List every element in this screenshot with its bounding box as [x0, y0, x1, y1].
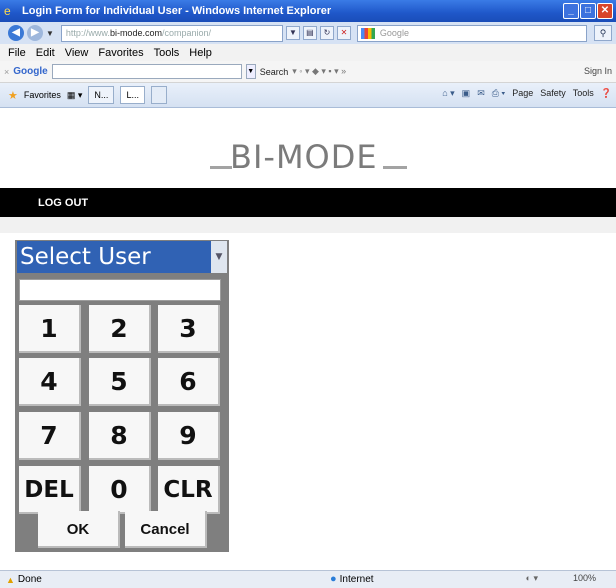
safety-menu[interactable]: Safety	[540, 88, 566, 99]
menu-bar: File Edit View Favorites Tools Help	[0, 44, 616, 61]
key-2[interactable]: 2	[89, 305, 151, 353]
toolbar-tools-icon[interactable]: ▾ ◦ ▾ ◆ ▾ ▪ ▾ »	[292, 66, 346, 77]
url-suffix: /companion/	[161, 27, 211, 38]
ie-logo-icon: e	[4, 4, 11, 18]
key-delete[interactable]: DEL	[19, 466, 81, 514]
window-title: Login Form for Individual User - Windows…	[22, 5, 332, 17]
tab-2[interactable]: L...	[120, 86, 145, 104]
security-zone[interactable]: ● Internet	[330, 573, 374, 585]
title-bar: e Login Form for Individual User - Windo…	[0, 0, 616, 22]
stop-button[interactable]: ✕	[336, 26, 351, 40]
google-search-input[interactable]	[51, 64, 242, 79]
minimize-button[interactable]: _	[563, 3, 579, 19]
tools-menu[interactable]: Tools	[573, 88, 594, 99]
google-toolbar: × Google ▼ Search ▾ ◦ ▾ ◆ ▾ ▪ ▾ » Sign I…	[0, 61, 616, 83]
site-logo: BI-MODE	[230, 138, 378, 176]
login-panel: Select User ▼ 1 2 3 4 5 6 7 8 9 DEL 0 CL…	[15, 240, 229, 552]
menu-help[interactable]: Help	[189, 47, 212, 59]
key-4[interactable]: 4	[19, 358, 81, 406]
feeds-icon[interactable]: ▣	[462, 88, 471, 99]
history-dropdown-icon[interactable]: ▼	[46, 29, 54, 38]
refresh-button[interactable]: ↻	[319, 26, 334, 40]
key-5[interactable]: 5	[89, 358, 151, 406]
key-9[interactable]: 9	[158, 412, 220, 460]
google-search-button[interactable]: Search	[260, 67, 289, 77]
status-text: Done	[17, 574, 42, 585]
warning-icon: ▲	[6, 574, 15, 585]
menu-edit[interactable]: Edit	[36, 47, 55, 59]
logout-link[interactable]: LOG OUT	[38, 197, 88, 209]
cancel-button[interactable]: Cancel	[125, 511, 207, 548]
key-1[interactable]: 1	[19, 305, 81, 353]
google-icon	[360, 27, 375, 39]
page-content: BI-MODE LOG OUT Select User ▼ 1 2 3 4 5 …	[0, 108, 616, 570]
search-placeholder: Google	[379, 27, 409, 38]
window-controls: _ □ ✕	[563, 3, 613, 19]
back-button[interactable]: ◀	[8, 25, 24, 41]
logo-area: BI-MODE	[0, 108, 616, 188]
address-field[interactable]: http://www.bi-mode.com/companion/	[60, 24, 283, 42]
chevron-down-icon[interactable]: ▼	[211, 241, 227, 273]
quick-tabs-icon[interactable]: ▦ ▾	[67, 90, 83, 101]
command-bar: ⌂ ▾ ▣ ✉ ⎙ ▾ Page Safety Tools ❓	[442, 88, 612, 99]
new-tab-button[interactable]	[150, 86, 167, 104]
url-prefix: http://www.	[65, 27, 110, 38]
address-toolbar: ◀ ▶ ▼ http://www.bi-mode.com/companion/ …	[0, 22, 616, 44]
zone-text: Internet	[339, 573, 374, 585]
key-6[interactable]: 6	[158, 358, 220, 406]
print-icon[interactable]: ⎙ ▾	[492, 88, 505, 99]
nav-bar: LOG OUT	[0, 188, 616, 217]
key-0[interactable]: 0	[89, 466, 151, 514]
key-clear[interactable]: CLR	[158, 466, 220, 514]
logo-line-left	[210, 166, 232, 169]
globe-icon: ●	[330, 573, 337, 585]
tab-1[interactable]: N...	[88, 86, 115, 104]
ok-button[interactable]: OK	[38, 511, 120, 548]
compatibility-view-button[interactable]: ▤	[302, 26, 317, 40]
help-icon[interactable]: ❓	[601, 88, 612, 99]
menu-view[interactable]: View	[65, 47, 89, 59]
user-select[interactable]: Select User ▼	[17, 241, 227, 273]
key-3[interactable]: 3	[158, 305, 220, 353]
pin-input[interactable]	[19, 279, 221, 301]
address-dropdown-button[interactable]: ▼	[285, 26, 300, 40]
url-domain: bi-mode.com	[109, 27, 162, 38]
key-7[interactable]: 7	[19, 412, 81, 460]
user-select-value: Select User	[20, 244, 151, 270]
sign-in-link[interactable]: Sign In	[584, 66, 612, 76]
favorites-label[interactable]: Favorites	[24, 90, 61, 100]
menu-favorites[interactable]: Favorites	[98, 47, 143, 59]
search-go-button[interactable]: ⚲	[594, 25, 612, 41]
google-logo: Google	[13, 66, 48, 77]
favorites-star-icon[interactable]: ★	[8, 89, 18, 102]
maximize-button[interactable]: □	[580, 3, 596, 19]
home-icon[interactable]: ⌂ ▾	[442, 88, 454, 99]
key-8[interactable]: 8	[89, 412, 151, 460]
close-button[interactable]: ✕	[597, 3, 613, 19]
status-bar: ▲ Done ● Internet ◐ ▾ 100%	[0, 570, 616, 588]
menu-file[interactable]: File	[8, 47, 26, 59]
forward-button[interactable]: ▶	[27, 25, 43, 41]
page-menu[interactable]: Page	[512, 88, 533, 99]
toolbar-close-icon[interactable]: ×	[4, 67, 9, 77]
protected-mode-icon[interactable]: ◐ ▾	[526, 573, 538, 584]
mail-icon[interactable]: ✉	[477, 88, 485, 99]
menu-tools[interactable]: Tools	[154, 47, 180, 59]
zoom-level[interactable]: 100%	[573, 573, 596, 583]
google-search-dropdown[interactable]: ▼	[245, 64, 256, 79]
logo-line-right	[383, 166, 407, 169]
sub-nav-strip	[0, 217, 616, 233]
search-input[interactable]: Google	[356, 24, 587, 42]
